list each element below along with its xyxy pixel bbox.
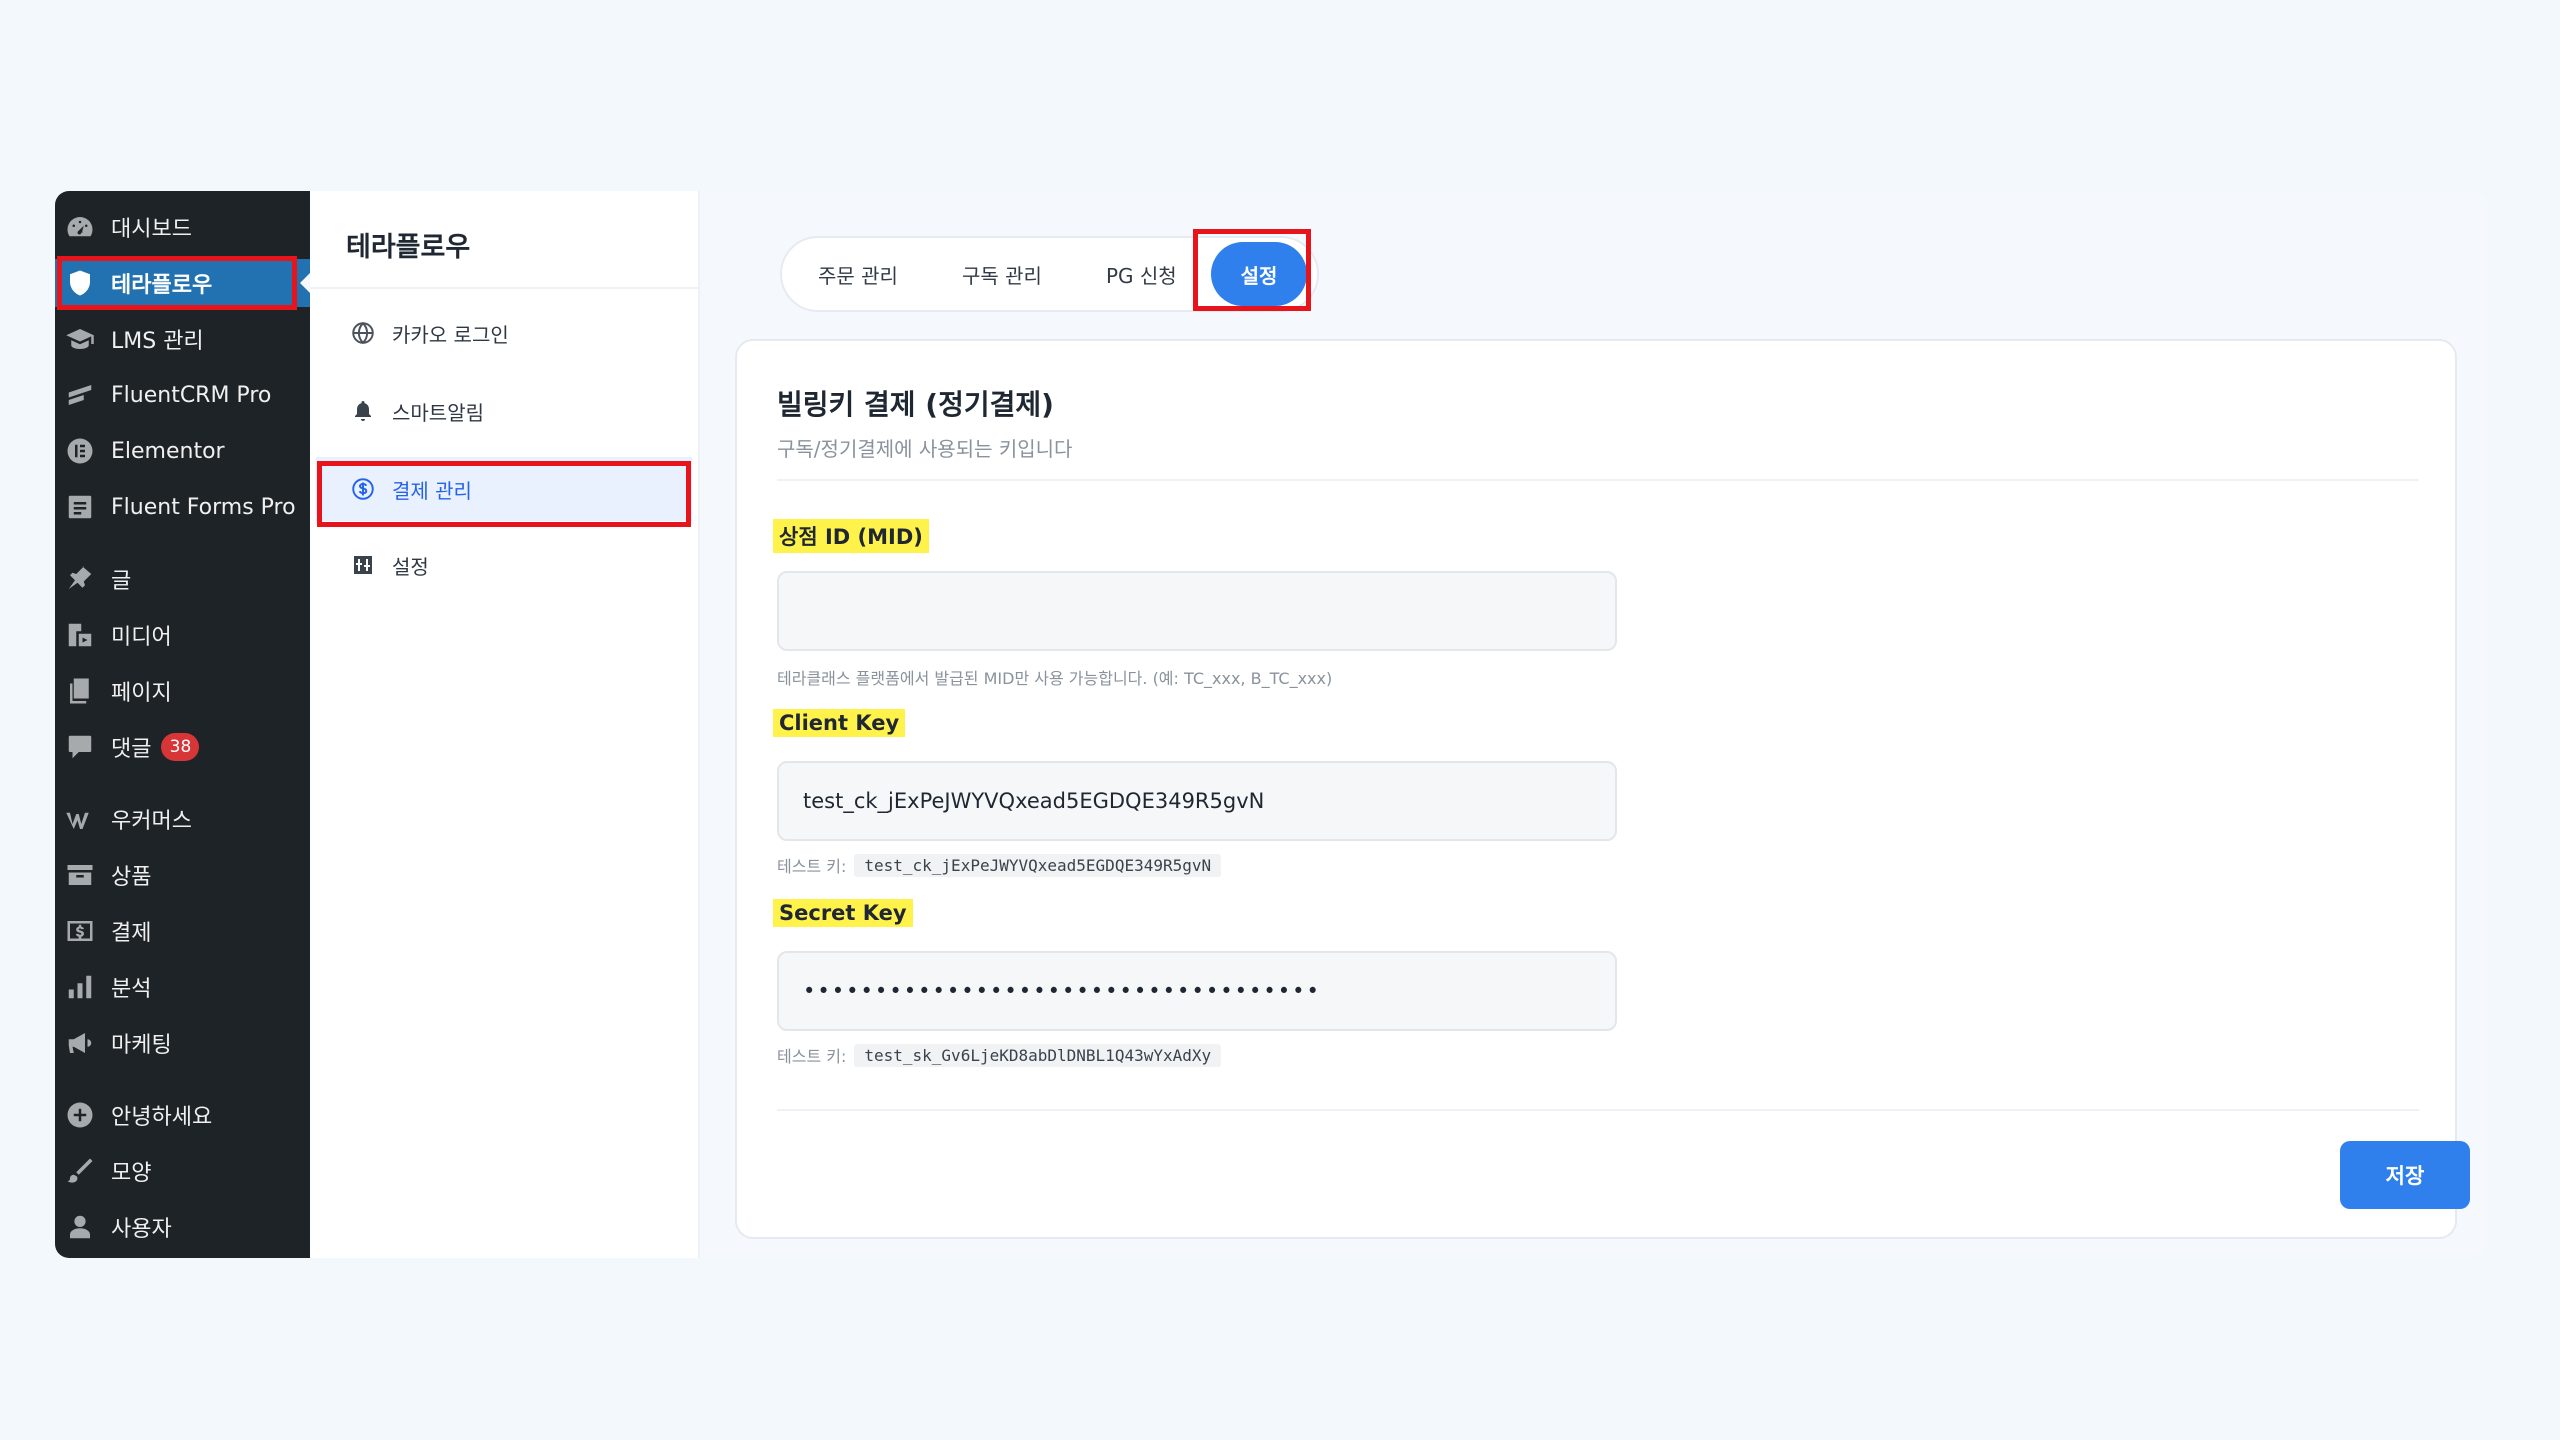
shield-icon [63,266,97,300]
secret-key-input[interactable] [777,951,1617,1031]
mid-label: 상점 ID (MID) [773,519,929,553]
menu-marketing[interactable]: 마케팅 [55,1019,310,1067]
globe-icon [348,318,378,348]
divider [777,479,2419,481]
menu-label: 마케팅 [111,1033,172,1058]
plus-circle-icon [63,1098,97,1132]
menu-label: 모양 [111,1161,152,1186]
menu-label: 결제 [111,921,152,946]
menu-label: 대시보드 [111,217,192,242]
dashboard-icon [63,210,97,244]
tab-pg-apply[interactable]: PG 신청 [1076,242,1207,306]
client-key-input[interactable] [777,761,1617,841]
comment-icon [63,730,97,764]
subnav-item-settings[interactable]: 설정 [316,533,692,597]
page-icon [63,674,97,708]
tab-settings[interactable]: 설정 [1210,242,1308,306]
elementor-icon [63,434,97,468]
mid-input[interactable] [777,571,1617,651]
secret-key-label: Secret Key [773,899,913,927]
comment-count-badge: 38 [161,733,200,761]
subnav-label: 카카오 로그인 [392,322,509,347]
mid-help-text: 테라클래스 플랫폼에서 발급된 MID만 사용 가능합니다. (예: TC_xx… [777,665,1332,689]
bell-icon [348,396,378,426]
card-title: 빌링키 결제 (정기결제) [777,388,1054,421]
divider [777,1109,2419,1111]
menu-label: 페이지 [111,681,172,706]
menu-fluentcrm[interactable]: FluentCRM Pro [55,371,310,419]
menu-label: Fluent Forms Pro [111,494,296,520]
menu-teraflow[interactable]: 테라플로우 [55,259,310,307]
tab-bar: 주문 관리 구독 관리 PG 신청 설정 [780,236,1320,312]
menu-label: 상품 [111,865,152,890]
menu-label: 미디어 [111,625,172,650]
menu-payments[interactable]: 결제 [55,907,310,955]
help-text: 테라클래스 플랫폼에서 발급된 MID만 사용 가능합니다. (예: TC_xx… [777,669,1333,688]
menu-lms[interactable]: LMS 관리 [55,315,310,363]
pin-icon [63,562,97,596]
chart-bar-icon [63,970,97,1004]
test-client-key-code: test_ck_jExPeJWYVQxead5EGDQE349R5gvN [854,853,1222,877]
menu-label: 댓글 [111,737,152,762]
menu-elementor[interactable]: Elementor [55,427,310,475]
test-secret-key-code: test_sk_Gv6LjeKD8abDlDNBL1Q43wYxAdXy [854,1043,1222,1067]
forms-icon [63,490,97,524]
menu-appearance[interactable]: 모양 [55,1147,310,1195]
user-icon [63,1210,97,1244]
menu-analytics[interactable]: 분석 [55,963,310,1011]
megaphone-icon [63,1026,97,1060]
archive-icon [63,858,97,892]
help-prefix: 테스트 키: [777,857,847,876]
menu-label: 우커머스 [111,809,192,834]
menu-label: 테라플로우 [111,273,213,298]
menu-label: FluentCRM Pro [111,382,272,408]
menu-users[interactable]: 사용자 [55,1203,310,1251]
menu-label: Elementor [111,438,225,464]
dollar-circle-icon [348,474,378,504]
app-window: 대시보드 테라플로우 LMS 관리 FluentCRM Pro Elemento… [55,191,2487,1258]
menu-label: 글 [111,569,132,594]
media-icon [63,618,97,652]
client-key-help: 테스트 키: test_ck_jExPeJWYVQxead5EGDQE349R5… [777,853,1222,877]
woocommerce-icon [63,802,97,836]
tab-subscriptions[interactable]: 구독 관리 [932,242,1072,306]
menu-pages[interactable]: 페이지 [55,667,310,715]
menu-hello[interactable]: 안녕하세요 [55,1091,310,1139]
settings-icon [348,550,378,580]
tab-orders[interactable]: 주문 관리 [788,242,928,306]
subnav-title: 테라플로우 [346,232,471,263]
graduation-cap-icon [63,322,97,356]
wp-admin-sidebar: 대시보드 테라플로우 LMS 관리 FluentCRM Pro Elemento… [55,191,310,1258]
brush-icon [63,1154,97,1188]
menu-woocommerce[interactable]: 우커머스 [55,795,310,843]
menu-media[interactable]: 미디어 [55,611,310,659]
secret-key-help: 테스트 키: test_sk_Gv6LjeKD8abDlDNBL1Q43wYxA… [777,1043,1222,1067]
menu-products[interactable]: 상품 [55,851,310,899]
save-button[interactable]: 저장 [2340,1141,2470,1209]
menu-dashboard[interactable]: 대시보드 [55,203,310,251]
subnav-label: 스마트알림 [392,400,484,425]
menu-comments[interactable]: 댓글 38 [55,723,310,771]
fluentcrm-icon [63,378,97,412]
card-subtitle: 구독/정기결제에 사용되는 키입니다 [777,437,1073,461]
menu-fluent-forms[interactable]: Fluent Forms Pro [55,483,310,531]
menu-posts[interactable]: 글 [55,555,310,603]
plugin-subnav: 테라플로우 카카오 로그인 스마트알림 결제 관리 설정 [310,191,700,1258]
dollar-icon [63,914,97,948]
menu-label: 안녕하세요 [111,1105,213,1130]
subnav-label: 결제 관리 [392,478,472,503]
client-key-label: Client Key [773,709,906,737]
menu-label: 분석 [111,977,152,1002]
subnav-item-payment-management[interactable]: 결제 관리 [316,457,692,521]
menu-label: 사용자 [111,1217,172,1242]
help-prefix: 테스트 키: [777,1047,847,1066]
subnav-label: 설정 [392,554,429,579]
menu-label: LMS 관리 [111,329,204,354]
subnav-item-kakao-login[interactable]: 카카오 로그인 [316,301,692,365]
subnav-item-smart-alert[interactable]: 스마트알림 [316,379,692,443]
billing-key-card: 빌링키 결제 (정기결제) 구독/정기결제에 사용되는 키입니다 상점 ID (… [735,339,2470,1239]
divider [310,287,700,289]
